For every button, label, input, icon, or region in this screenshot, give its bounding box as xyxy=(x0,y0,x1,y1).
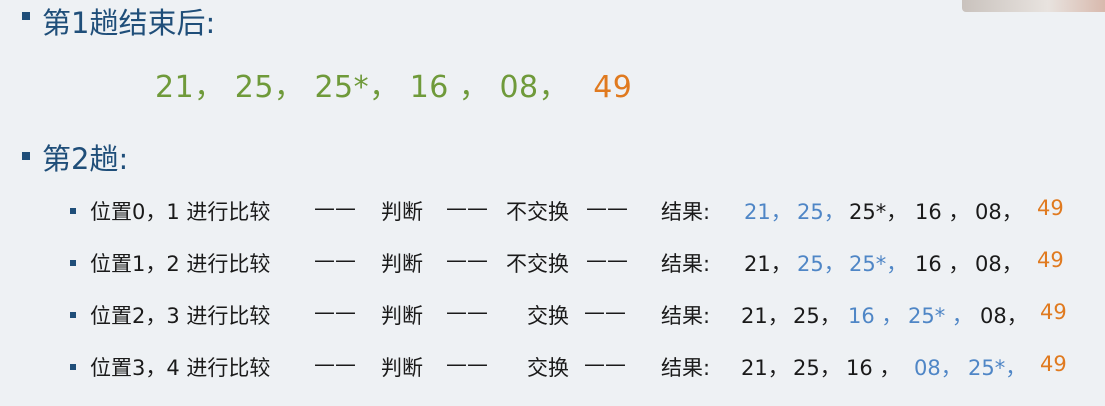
dash: —— xyxy=(446,352,488,376)
seq-value: 08， xyxy=(499,70,570,105)
dash: —— xyxy=(586,196,628,220)
dash: —— xyxy=(584,352,626,376)
slide: 第1趟结束后: 21， 25， 25*， 16 ， 08， 49 第2趟: 位置… xyxy=(0,0,1105,406)
result-value: 25*， xyxy=(849,252,908,276)
seq-value: 16 ， xyxy=(409,70,490,105)
result-value: 21， xyxy=(741,304,789,328)
result-value: 16 ， xyxy=(915,252,970,276)
result-value: 49 xyxy=(1037,196,1064,220)
action-label: 不交换 xyxy=(506,200,569,224)
section1-title: 第1趟结束后: xyxy=(42,6,216,40)
dash: —— xyxy=(584,300,626,324)
result-value: 08， xyxy=(975,200,1023,224)
action-label: 交换 xyxy=(527,304,569,328)
result-label: 结果: xyxy=(661,252,711,276)
result-value: 25， xyxy=(797,252,845,276)
dash: —— xyxy=(314,300,356,324)
judge-label: 判断 xyxy=(381,304,423,328)
result-value: 25*， xyxy=(849,200,908,224)
seq-value: 25， xyxy=(234,70,305,105)
result-value: 21， xyxy=(744,252,792,276)
result-value: 49 xyxy=(1037,248,1064,272)
result-value: 16 ， xyxy=(915,200,970,224)
result-label: 结果: xyxy=(661,304,711,328)
judge-label: 判断 xyxy=(381,252,423,276)
compare-positions: 位置1，2 进行比较 xyxy=(90,252,271,276)
result-value: 16 ， xyxy=(848,304,903,328)
result-value: 25*， xyxy=(968,356,1027,380)
bullet-marker xyxy=(70,364,76,370)
result-value: 08， xyxy=(975,252,1023,276)
pass1-sequence: 21， 25， 25*， 16 ， 08， 49 xyxy=(155,62,632,106)
seq-value: 21， xyxy=(155,70,225,105)
dash: —— xyxy=(314,248,356,272)
dash: —— xyxy=(446,196,488,220)
bullet-marker xyxy=(70,260,76,266)
compare-positions: 位置0，1 进行比较 xyxy=(90,200,271,224)
result-value: 49 xyxy=(1040,300,1067,324)
result-value: 25* ， xyxy=(908,304,973,328)
judge-label: 判断 xyxy=(381,200,423,224)
result-value: 08， xyxy=(980,304,1028,328)
judge-label: 判断 xyxy=(381,356,423,380)
action-label: 不交换 xyxy=(506,252,569,276)
seq-value-sorted: 49 xyxy=(593,70,633,105)
dash: —— xyxy=(586,248,628,272)
result-value: 21， xyxy=(744,200,792,224)
result-label: 结果: xyxy=(661,200,711,224)
result-value: 25， xyxy=(793,304,841,328)
seq-value: 25*， xyxy=(314,70,400,105)
video-thumbnail xyxy=(962,0,1105,12)
compare-positions: 位置3，4 进行比较 xyxy=(90,356,271,380)
result-value: 16 ， xyxy=(846,356,901,380)
dash: —— xyxy=(314,196,356,220)
action-label: 交换 xyxy=(527,356,569,380)
section2-title: 第2趟: xyxy=(42,142,129,176)
dash: —— xyxy=(446,248,488,272)
bullet-marker xyxy=(22,152,30,160)
result-value: 49 xyxy=(1040,352,1067,376)
compare-positions: 位置2，3 进行比较 xyxy=(90,304,271,328)
result-value: 21， xyxy=(741,356,789,380)
result-value: 08， xyxy=(914,356,962,380)
bullet-marker xyxy=(70,208,76,214)
result-value: 25， xyxy=(793,356,841,380)
dash: —— xyxy=(314,352,356,376)
result-label: 结果: xyxy=(661,356,711,380)
bullet-marker xyxy=(22,12,30,20)
dash: —— xyxy=(446,300,488,324)
bullet-marker xyxy=(70,312,76,318)
result-value: 25， xyxy=(797,200,845,224)
